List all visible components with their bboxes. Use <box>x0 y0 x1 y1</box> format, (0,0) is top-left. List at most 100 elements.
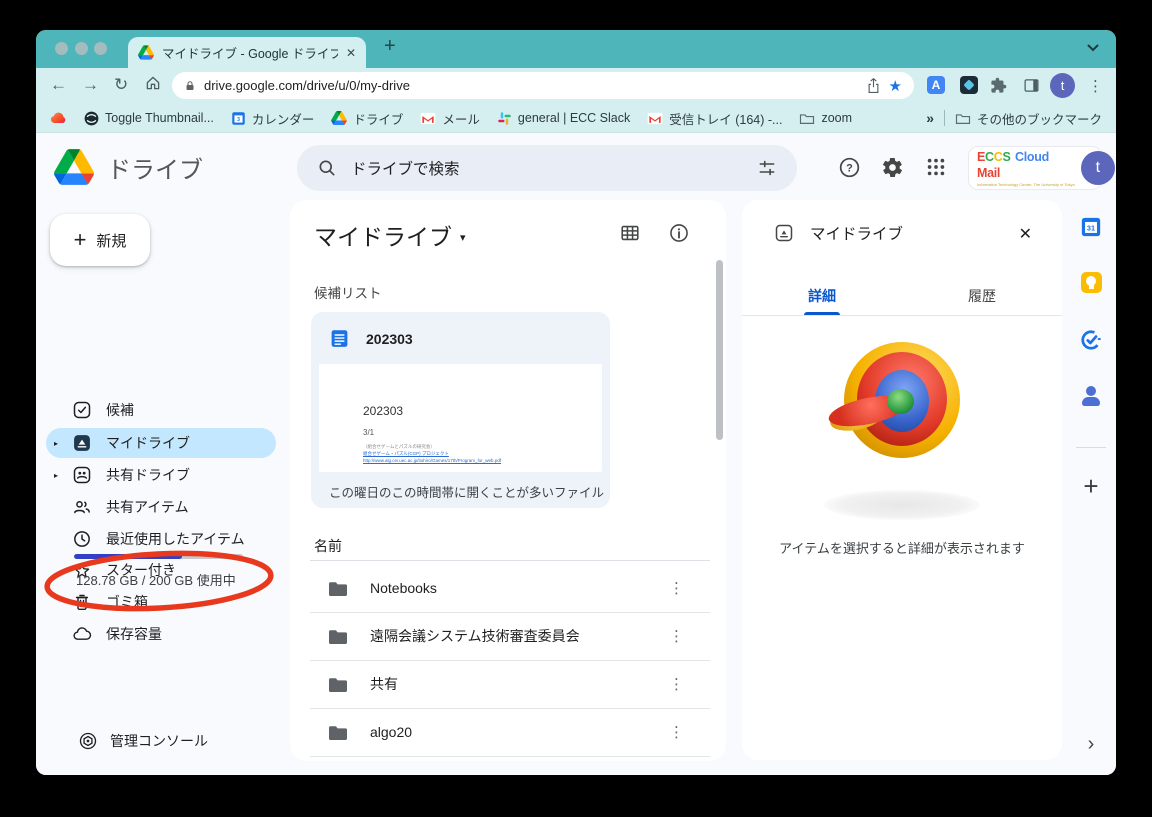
sidebar-item-shared-drives[interactable]: ▸ 共有ドライブ <box>46 460 276 490</box>
storage-progress-bar <box>74 554 243 559</box>
search-icon <box>317 158 337 178</box>
suggested-file-name: 202303 <box>366 331 413 347</box>
account-card[interactable]: ECCS Cloud Mail Information Technology C… <box>968 146 1102 190</box>
bookmarks-bar: Toggle Thumbnail... 3 カレンダー ドライブ メール gen… <box>36 103 1116 133</box>
url-text: drive.google.com/drive/u/0/my-drive <box>204 78 858 93</box>
bookmark-calendar[interactable]: 3 カレンダー <box>231 109 315 128</box>
sidebar-item-suggested[interactable]: 候補 <box>46 395 276 425</box>
clock-icon <box>72 529 92 549</box>
bookmark-cloud[interactable] <box>50 112 67 124</box>
row-menu-icon[interactable]: ⋮ <box>669 723 684 741</box>
column-header-name[interactable]: 名前 <box>314 536 342 556</box>
bookmark-slack[interactable]: general | ECC Slack <box>497 111 630 126</box>
rail-divider <box>1076 447 1106 448</box>
sidebar-item-recent[interactable]: 最近使用したアイテム <box>46 524 276 554</box>
help-icon[interactable]: ? <box>838 156 861 179</box>
account-avatar[interactable]: t <box>1081 151 1115 185</box>
address-bar[interactable]: drive.google.com/drive/u/0/my-drive ★ <box>172 72 914 99</box>
drive-favicon-icon <box>138 45 154 60</box>
search-options-tune-icon[interactable] <box>757 158 777 178</box>
svg-text:?: ? <box>846 163 853 175</box>
reload-button[interactable]: ↻ <box>114 75 128 95</box>
shared-drive-icon <box>72 465 92 485</box>
tab-activity[interactable]: 履歴 <box>902 286 1062 306</box>
bookmarks-overflow-chevrons[interactable]: » <box>926 110 934 126</box>
tabs-divider <box>742 315 1062 316</box>
rail-keep-icon[interactable] <box>1066 272 1116 293</box>
folder-row[interactable]: Notebooks ⋮ <box>310 564 710 613</box>
storage-usage-label: 128.78 GB / 200 GB 使用中 <box>76 570 236 589</box>
bookmark-star-icon[interactable]: ★ <box>889 77 902 95</box>
my-drive-icon <box>72 433 92 453</box>
rail-add-icon[interactable]: + <box>1066 471 1116 502</box>
rail-calendar-icon[interactable]: 31 <box>1066 216 1116 238</box>
window-close-button[interactable] <box>55 42 68 55</box>
empty-state-message: アイテムを選択すると詳細が表示されます <box>742 538 1062 557</box>
window-zoom-button[interactable] <box>94 42 107 55</box>
bookmark-drive[interactable]: ドライブ <box>331 109 403 128</box>
close-details-icon[interactable]: ✕ <box>1019 224 1032 244</box>
drive-logo[interactable]: ドライブ <box>54 149 203 185</box>
folder-row[interactable]: 遠隔会議システム技術審査委員会 ⋮ <box>310 612 710 661</box>
folder-row[interactable]: algo20 ⋮ <box>310 708 710 757</box>
folder-icon <box>328 676 348 693</box>
search-input[interactable]: ドライブで検索 <box>297 145 797 191</box>
bookmark-gmail[interactable]: メール <box>420 109 480 128</box>
new-button[interactable]: + 新規 <box>50 214 150 266</box>
browser-menu-icon[interactable]: ⋮ <box>1088 77 1103 95</box>
tab-details[interactable]: 詳細 <box>742 286 902 306</box>
folder-row[interactable]: 共有 ⋮ <box>310 660 710 709</box>
browser-tab[interactable]: マイドライブ - Google ドライブ ✕ <box>128 37 366 68</box>
sidebar-item-trash[interactable]: ゴミ箱 <box>46 587 276 617</box>
sidebar-item-my-drive[interactable]: ▸ マイドライブ <box>46 428 276 458</box>
apps-grid-icon[interactable] <box>925 156 947 178</box>
tab-close-icon[interactable]: ✕ <box>346 46 356 60</box>
expand-caret-icon[interactable]: ▸ <box>46 439 66 448</box>
grid-view-toggle-icon[interactable] <box>619 222 641 244</box>
window-minimize-button[interactable] <box>75 42 88 55</box>
details-info-icon[interactable] <box>668 222 690 244</box>
docs-file-icon <box>329 328 350 349</box>
rail-contacts-icon[interactable] <box>1066 385 1116 407</box>
lock-icon <box>184 79 196 93</box>
extension-dark-icon[interactable] <box>960 76 978 94</box>
side-panel-icon[interactable] <box>1023 77 1040 94</box>
drive-app: ドライブ ドライブで検索 ? ECCS Cloud Mail Infor <box>36 133 1116 775</box>
browser-toolbar: ← → ↻ drive.google.com/drive/u/0/my-driv… <box>36 68 1116 103</box>
suggestion-reason: この曜日のこの時間帯に開くことが多いファイル <box>329 482 604 501</box>
other-bookmarks-folder[interactable]: その他のブックマーク <box>955 109 1102 128</box>
bookmarks-divider <box>944 110 945 126</box>
extensions-puzzle-icon[interactable] <box>990 77 1007 94</box>
share-icon[interactable] <box>866 77 881 94</box>
dropdown-caret-icon: ▾ <box>460 231 466 244</box>
file-preview-thumbnail[interactable]: 202303 3/1 （組合せゲームとパズルの研究会） 組合せゲーム・パズル(C… <box>319 364 602 472</box>
expand-caret-icon[interactable]: ▸ <box>46 471 66 480</box>
settings-gear-icon[interactable] <box>881 156 904 179</box>
bookmark-inbox[interactable]: 受信トレイ (164) -... <box>647 109 782 128</box>
admin-console-link[interactable]: 管理コンソール <box>78 731 208 751</box>
rail-tasks-icon[interactable] <box>1066 329 1116 351</box>
bookmark-zoom-folder[interactable]: zoom <box>799 111 852 125</box>
sidebar-item-storage[interactable]: 保存容量 <box>46 619 276 649</box>
browser-profile-avatar[interactable]: t <box>1050 73 1075 98</box>
svg-text:3: 3 <box>237 117 240 123</box>
sidebar-item-shared-with-me[interactable]: 共有アイテム <box>46 492 276 522</box>
translate-icon[interactable]: A <box>927 76 945 94</box>
illustration-shadow <box>824 490 980 520</box>
home-button[interactable] <box>144 74 162 92</box>
storage-progress-fill <box>74 554 182 559</box>
my-drive-title-dropdown[interactable]: マイドライブ ▾ <box>314 218 466 252</box>
row-menu-icon[interactable]: ⋮ <box>669 675 684 693</box>
row-menu-icon[interactable]: ⋮ <box>669 627 684 645</box>
back-button[interactable]: ← <box>50 75 67 95</box>
trash-icon <box>72 592 92 612</box>
forward-button[interactable]: → <box>82 75 99 95</box>
tab-search-chevron-icon[interactable] <box>1086 43 1100 53</box>
bookmark-toggle-thumbnail[interactable]: Toggle Thumbnail... <box>84 111 214 126</box>
rail-hide-panel-chevron-icon[interactable]: › <box>1066 733 1116 756</box>
suggested-file-card[interactable]: 202303 202303 3/1 （組合せゲームとパズルの研究会） 組合せゲー… <box>311 312 610 508</box>
scrollbar-thumb[interactable] <box>716 260 723 440</box>
eccs-brand: ECCS Cloud Mail Information Technology C… <box>977 149 1075 187</box>
row-menu-icon[interactable]: ⋮ <box>669 579 684 597</box>
new-tab-button[interactable]: + <box>384 35 396 58</box>
